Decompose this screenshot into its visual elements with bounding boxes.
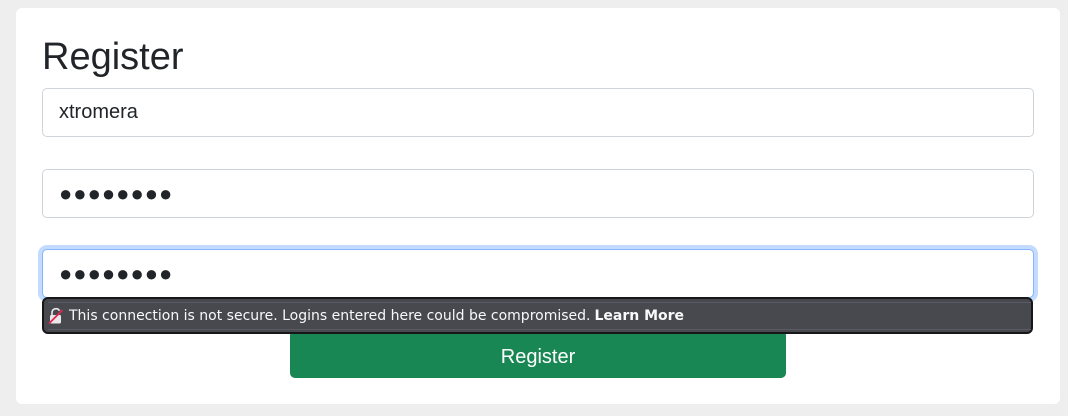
learn-more-link[interactable]: Learn More (594, 308, 684, 324)
page-title: Register (42, 36, 184, 78)
password-masked-value: ●●●●●●●● (59, 180, 174, 206)
password-input[interactable]: ●●●●●●●● (42, 169, 1034, 218)
insecure-login-warning: This connection is not secure. Logins en… (42, 297, 1033, 334)
register-card: Register ●●●●●●●● ●●●●●●●● Register (16, 8, 1060, 404)
insecure-lock-icon (48, 307, 64, 325)
register-button[interactable]: Register (290, 330, 786, 378)
confirm-password-masked-value: ●●●●●●●● (59, 260, 174, 286)
username-input[interactable] (42, 88, 1034, 137)
warning-message: This connection is not secure. Logins en… (69, 307, 591, 324)
confirm-password-input[interactable]: ●●●●●●●● (42, 249, 1034, 298)
